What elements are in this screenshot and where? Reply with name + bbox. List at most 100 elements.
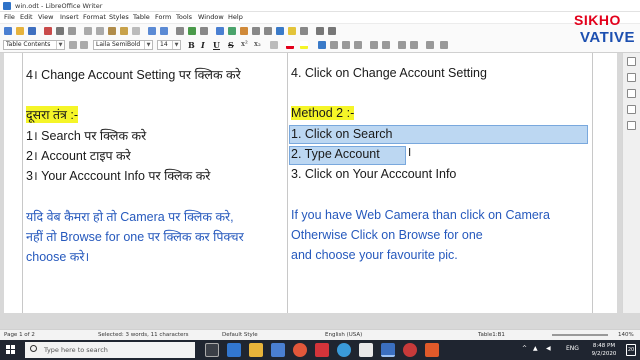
network-icon[interactable]: ▲: [533, 345, 538, 352]
zoom-level[interactable]: 140%: [618, 332, 634, 338]
chevron-down-icon[interactable]: ▼: [56, 41, 64, 49]
chevron-down-icon[interactable]: ▼: [144, 41, 152, 49]
app-icon-orange[interactable]: [425, 343, 439, 357]
left-item-1[interactable]: 1। Search पर क्लिक करे: [26, 127, 146, 144]
font-color-icon[interactable]: [286, 41, 294, 49]
redo-icon[interactable]: [160, 27, 168, 35]
basic-shapes-icon[interactable]: [328, 27, 336, 35]
left-heading[interactable]: दूसरा तंत्र :-: [26, 106, 79, 123]
left-item-2[interactable]: 2। Account टाइप करे: [26, 147, 131, 164]
page-icon[interactable]: [627, 121, 636, 130]
new-document-icon[interactable]: [4, 27, 12, 35]
gallery-icon[interactable]: [627, 89, 636, 98]
increase-indent-icon[interactable]: [398, 41, 406, 49]
paste-icon[interactable]: [108, 27, 116, 35]
right-line-change-account[interactable]: 4. Click on Change Account Setting: [291, 66, 487, 80]
hyperlink-icon[interactable]: [276, 27, 284, 35]
print-preview-icon[interactable]: [68, 27, 76, 35]
file-explorer-icon[interactable]: [249, 343, 263, 357]
update-style-icon[interactable]: [69, 41, 77, 49]
undo-icon[interactable]: [148, 27, 156, 35]
font-name-combo[interactable]: Laila SemiBold ▼: [93, 40, 153, 50]
new-style-icon[interactable]: [80, 41, 88, 49]
menu-tools[interactable]: Tools: [176, 13, 192, 21]
subscript-button[interactable]: x₂: [254, 40, 261, 48]
styles-icon[interactable]: [627, 73, 636, 82]
right-item-1[interactable]: 1. Click on Search: [291, 127, 392, 141]
align-right-icon[interactable]: [342, 41, 350, 49]
task-view-icon[interactable]: [205, 343, 219, 357]
windows-start-icon[interactable]: [6, 345, 16, 355]
recorder-icon[interactable]: [403, 343, 417, 357]
justify-icon[interactable]: [354, 41, 362, 49]
chrome-icon[interactable]: [293, 343, 307, 357]
zoom-slider[interactable]: [552, 334, 608, 336]
right-para-line2[interactable]: Otherwise Click on Browse for one: [291, 228, 483, 242]
menu-help[interactable]: Help: [228, 13, 243, 21]
volume-icon[interactable]: ◀: [546, 345, 551, 352]
print-icon[interactable]: [56, 27, 64, 35]
formatting-marks-icon[interactable]: [200, 27, 208, 35]
left-para-line1[interactable]: यदि वेब कैमरा हो तो Camera पर क्लिक करे,: [26, 208, 234, 225]
right-para-line3[interactable]: and choose your favourite pic.: [291, 248, 458, 262]
chevron-down-icon[interactable]: ▼: [172, 41, 180, 49]
highlight-color-icon[interactable]: [300, 41, 308, 49]
language-indicator[interactable]: English (USA): [325, 332, 362, 338]
right-para-line1[interactable]: If you have Web Camera than click on Cam…: [291, 208, 550, 222]
menu-edit[interactable]: Edit: [20, 13, 33, 21]
page-style[interactable]: Default Style: [222, 332, 258, 338]
cut-icon[interactable]: [84, 27, 92, 35]
align-left-icon[interactable]: [318, 41, 326, 49]
left-para-line3[interactable]: choose करे।: [26, 248, 89, 265]
clear-formatting-icon[interactable]: [132, 27, 140, 35]
superscript-button[interactable]: x²: [241, 40, 248, 48]
insert-table-icon[interactable]: [216, 27, 224, 35]
properties-icon[interactable]: [627, 57, 636, 66]
special-character-icon[interactable]: [264, 27, 272, 35]
left-item-3[interactable]: 3। Your Acccount Info पर क्लिक करे: [26, 167, 210, 184]
tray-chevron-icon[interactable]: ^: [522, 345, 527, 352]
notification-icon[interactable]: 20: [626, 344, 636, 356]
writer-taskbar-icon[interactable]: [381, 343, 395, 357]
spelling-icon[interactable]: [188, 27, 196, 35]
decrease-indent-icon[interactable]: [410, 41, 418, 49]
menu-table[interactable]: Table: [133, 13, 150, 21]
page-indicator[interactable]: Page 1 of 2: [4, 332, 35, 338]
store-icon[interactable]: [271, 343, 285, 357]
left-para-line2[interactable]: नहीं तो Browse for one पर क्लिक कर पिक्च…: [26, 228, 244, 245]
insert-chart-icon[interactable]: [240, 27, 248, 35]
menu-form[interactable]: Form: [155, 13, 171, 21]
find-replace-icon[interactable]: [176, 27, 184, 35]
open-icon[interactable]: [16, 27, 24, 35]
bold-button[interactable]: B: [188, 40, 195, 50]
insert-image-icon[interactable]: [228, 27, 236, 35]
save-icon[interactable]: [28, 27, 36, 35]
insert-textbox-icon[interactable]: [252, 27, 260, 35]
italic-button[interactable]: I: [201, 40, 205, 50]
unordered-list-icon[interactable]: [370, 41, 378, 49]
underline-button[interactable]: U: [213, 40, 220, 50]
app-icon-blue[interactable]: [337, 343, 351, 357]
line-spacing-icon[interactable]: [426, 41, 434, 49]
font-size-combo[interactable]: 14 ▼: [157, 40, 181, 50]
ordered-list-icon[interactable]: [382, 41, 390, 49]
left-line-change-account[interactable]: 4। Change Account Setting पर क्लिक करे: [26, 66, 241, 83]
system-clock[interactable]: 8:48 PM 9/2/2020: [586, 342, 622, 358]
menu-view[interactable]: View: [38, 13, 53, 21]
strikethrough-button[interactable]: S: [228, 40, 234, 50]
line-icon[interactable]: [316, 27, 324, 35]
clear-direct-formatting-icon[interactable]: [270, 41, 278, 49]
app-icon-red[interactable]: [315, 343, 329, 357]
menu-insert[interactable]: Insert: [60, 13, 79, 21]
edge-icon[interactable]: [227, 343, 241, 357]
paragraph-style-combo[interactable]: Table Contents ▼: [3, 40, 65, 50]
menu-format[interactable]: Format: [83, 13, 106, 21]
export-pdf-icon[interactable]: [44, 27, 52, 35]
clone-formatting-icon[interactable]: [120, 27, 128, 35]
menu-file[interactable]: File: [4, 13, 15, 21]
right-heading[interactable]: Method 2 :-: [291, 106, 355, 120]
align-center-icon[interactable]: [330, 41, 338, 49]
navigator-icon[interactable]: [627, 105, 636, 114]
copy-icon[interactable]: [96, 27, 104, 35]
comment-icon[interactable]: [288, 27, 296, 35]
